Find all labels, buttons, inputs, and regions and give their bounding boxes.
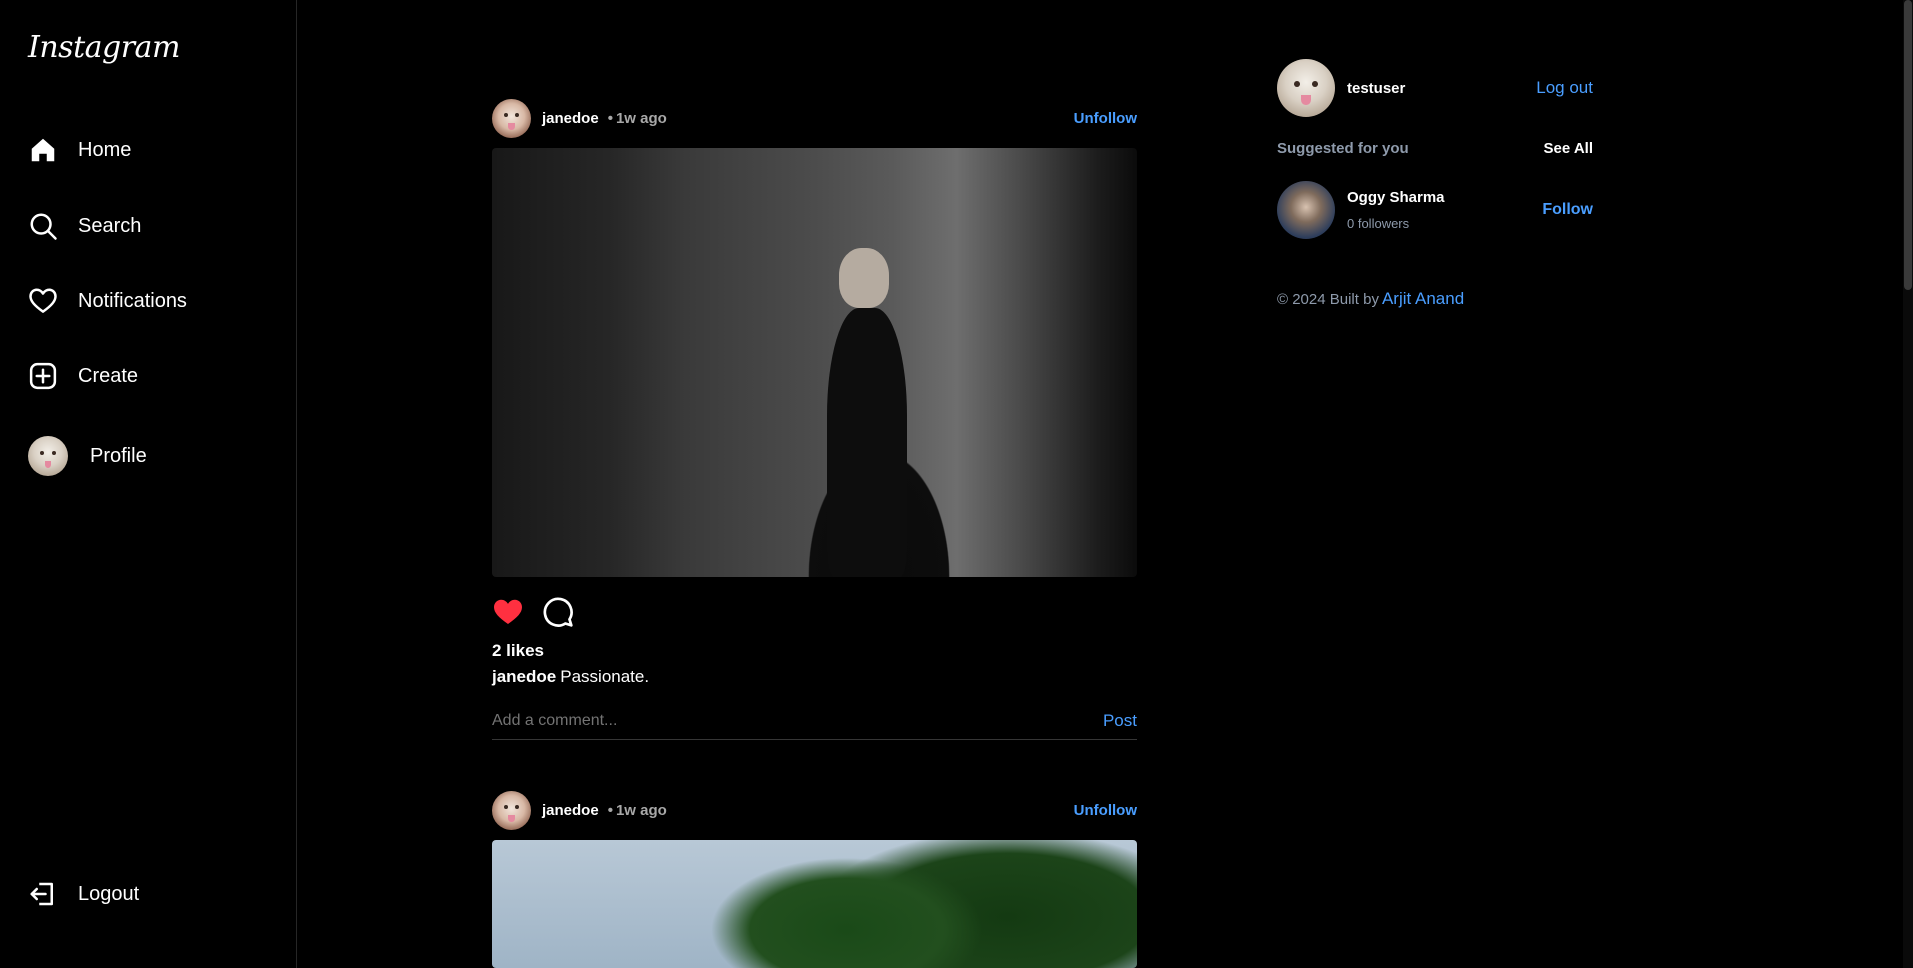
unfollow-button[interactable]: Unfollow [1074, 802, 1137, 819]
sidebar: Instagram Home Search Notifications Crea… [0, 0, 297, 968]
caption-text: Passionate. [560, 667, 650, 686]
avatar[interactable] [492, 790, 531, 830]
post-time: 1w ago [615, 801, 667, 819]
sidebar-item-label: Profile [90, 444, 147, 467]
post-username[interactable]: janedoe [542, 110, 599, 127]
post-caption: janedoe Passionate. [492, 667, 649, 687]
comment-form: Post [492, 702, 1137, 740]
suggested-user: Oggy Sharma 0 followers Follow [1277, 181, 1593, 239]
log-out-link[interactable]: Log out [1536, 78, 1593, 98]
current-user: testuser Log out [1277, 59, 1593, 117]
search-icon [28, 211, 58, 241]
post-actions [492, 596, 574, 628]
separator-dot: • [607, 109, 613, 127]
sidebar-item-search[interactable]: Search [28, 206, 141, 246]
sidebar-item-label: Search [78, 214, 142, 237]
sidebar-item-logout[interactable]: Logout [28, 874, 139, 914]
sidebar-item-label: Logout [78, 882, 140, 905]
post-header: janedoe • 1w ago Unfollow [492, 98, 1137, 138]
see-all-link[interactable]: See All [1544, 140, 1593, 157]
sidebar-item-profile[interactable]: Profile [28, 436, 147, 476]
sidebar-item-home[interactable]: Home [28, 130, 131, 170]
footer-author-link[interactable]: Arjit Anand [1382, 289, 1464, 308]
comment-input[interactable] [492, 711, 1103, 730]
avatar[interactable] [1277, 181, 1335, 239]
comment-icon[interactable] [542, 596, 574, 628]
heart-icon [28, 286, 58, 316]
suggested-user-name[interactable]: Oggy Sharma [1347, 189, 1445, 206]
sidebar-item-label: Create [78, 364, 139, 387]
post-header: janedoe • 1w ago Unfollow [492, 790, 1137, 830]
instagram-app: Instagram Home Search Notifications Crea… [0, 0, 1913, 968]
plus-square-icon [28, 361, 58, 391]
post-image[interactable] [492, 840, 1137, 968]
caption-username[interactable]: janedoe [492, 667, 556, 686]
like-icon[interactable] [492, 596, 524, 628]
suggested-header: Suggested for you See All [1277, 140, 1593, 157]
scrollbar-thumb[interactable] [1904, 0, 1912, 290]
suggested-title: Suggested for you [1277, 140, 1409, 157]
post-image-subject [827, 248, 907, 577]
footer-text: © 2024 Built by [1277, 291, 1379, 308]
post-username[interactable]: janedoe [542, 802, 599, 819]
instagram-logo[interactable]: Instagram [28, 30, 180, 65]
sidebar-item-notifications[interactable]: Notifications [28, 281, 187, 321]
avatar[interactable] [1277, 59, 1335, 117]
scrollbar[interactable] [1903, 0, 1913, 968]
post-image[interactable] [492, 148, 1137, 577]
suggested-user-info: Oggy Sharma 0 followers [1347, 189, 1445, 231]
post-time: 1w ago [615, 109, 667, 127]
sidebar-item-create[interactable]: Create [28, 356, 138, 396]
home-icon [28, 135, 58, 165]
avatar [28, 436, 68, 476]
follow-button[interactable]: Follow [1542, 201, 1593, 219]
footer: © 2024 Built by Arjit Anand [1277, 289, 1464, 309]
sidebar-item-label: Home [78, 138, 132, 161]
unfollow-button[interactable]: Unfollow [1074, 110, 1137, 127]
logout-icon [28, 879, 58, 909]
post-comment-button[interactable]: Post [1103, 711, 1137, 731]
avatar[interactable] [492, 98, 531, 138]
current-username[interactable]: testuser [1347, 80, 1405, 97]
sidebar-item-label: Notifications [78, 289, 187, 312]
separator-dot: • [607, 801, 613, 819]
suggested-user-followers: 0 followers [1347, 216, 1410, 231]
likes-count: 2 likes [492, 641, 544, 660]
